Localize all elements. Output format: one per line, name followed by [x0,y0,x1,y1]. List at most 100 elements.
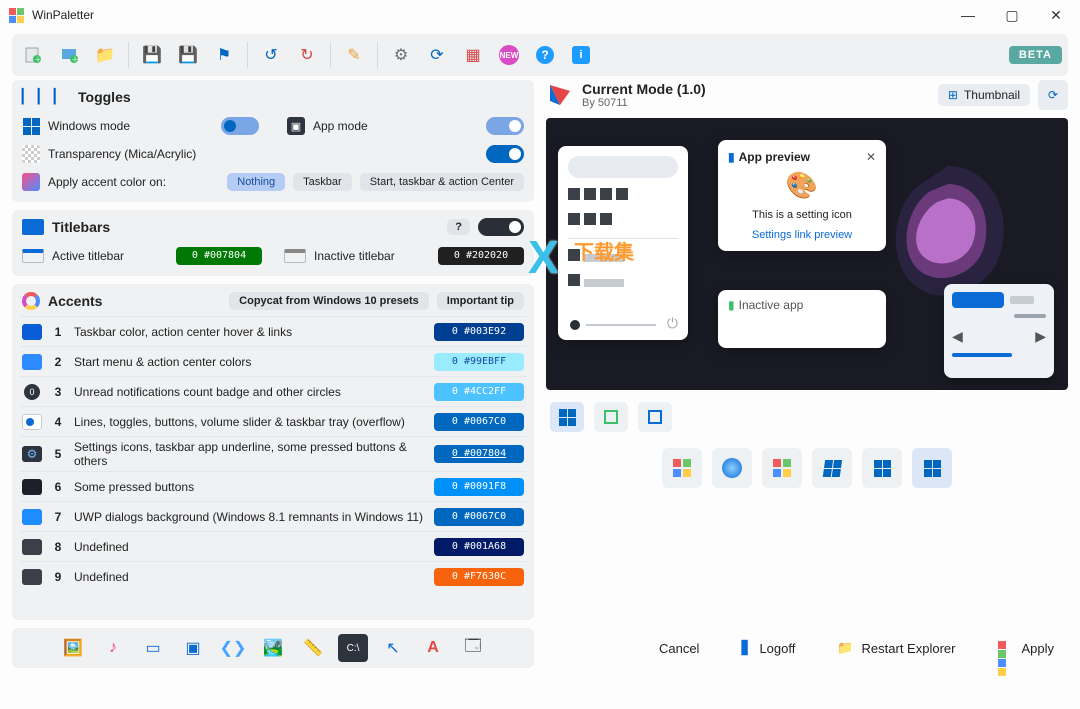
restart-icon: 📁 [837,640,853,656]
accent-row-6[interactable]: 6Some pressed buttons0 #0091F8 [20,471,526,501]
tool-fonts-icon[interactable]: A [418,634,448,662]
preview-app-close-icon[interactable]: ✕ [866,150,876,164]
undo-icon[interactable]: ↺ [256,40,286,70]
accent-swatch-1[interactable]: 0 #003E92 [434,323,524,341]
settings-icon[interactable]: ⚙ [386,40,416,70]
preview-settings-link[interactable]: Settings link preview [728,229,876,241]
important-tip-button[interactable]: Important tip [437,292,524,310]
transparency-toggle[interactable] [486,145,524,163]
accent-row-8[interactable]: 8Undefined0 #001A68 [20,531,526,561]
preview-tray-pane: ◀▶ [944,284,1054,378]
windows-mode-toggle[interactable] [221,117,259,135]
tool-lock-icon[interactable]: ▣ [178,634,208,662]
tool-terminal-icon[interactable]: C:\ [338,634,368,662]
beta-badge: BETA [1009,46,1062,64]
accent-row-4[interactable]: 4Lines, toggles, buttons, volume slider … [20,406,526,436]
titlebars-toggle[interactable] [478,218,524,236]
copycat-button[interactable]: Copycat from Windows 10 presets [229,292,429,310]
titlebars-help-button[interactable]: ? [447,219,470,235]
toggles-icon: ⎸⎸⎸ [22,88,70,106]
active-titlebar-swatch[interactable]: 0 #007804 [176,247,262,265]
accent-opt-full[interactable]: Start, taskbar & action Center [360,173,524,191]
window-maximize-button[interactable]: ▢ [1002,7,1022,24]
open-folder-icon[interactable]: 📁 [90,40,120,70]
inactive-titlebar-label: Inactive titlebar [314,249,430,263]
app-title: WinPaletter [32,8,94,22]
inactive-titlebar-icon [284,249,306,263]
redo-icon[interactable]: ↻ [292,40,322,70]
preview-taskbar-pane: ⏻ [558,146,688,340]
os-win7[interactable] [712,448,752,488]
mode-icon [546,81,574,109]
os-win10[interactable] [862,448,902,488]
tool-screen-icon[interactable]: ▭ [138,634,168,662]
accent-swatch-7[interactable]: 0 #0067C0 [434,508,524,526]
os-selector [546,444,1068,492]
save-as-icon[interactable]: 💾 [173,40,203,70]
apply-button[interactable]: Apply [983,634,1068,662]
preview-sub-tabs [546,398,1068,436]
inactive-titlebar-swatch[interactable]: 0 #202020 [438,247,524,265]
sub-tab-green[interactable] [594,402,628,432]
accent-row-1[interactable]: 1Taskbar color, action center hover & li… [20,316,526,346]
thumbnail-button[interactable]: ⊞ Thumbnail [938,84,1030,106]
tool-effects-icon[interactable]: ❮❯ [218,634,248,662]
accent-swatch-4[interactable]: 0 #0067C0 [434,413,524,431]
accent-opt-nothing[interactable]: Nothing [227,173,285,191]
palette-icon: 🎨 [728,164,876,207]
accent-row-7[interactable]: 7UWP dialogs background (Windows 8.1 rem… [20,501,526,531]
windows-mode-label: Windows mode [48,119,213,133]
accent-row-3[interactable]: 03Unread notifications count badge and o… [20,376,526,406]
new-badge-icon[interactable]: NEW [494,40,524,70]
tool-sounds-icon[interactable]: ♪ [98,634,128,662]
app-mode-toggle[interactable] [486,117,524,135]
help-icon[interactable]: ? [530,40,560,70]
windows-mode-icon [22,117,40,135]
titlebars-section: Titlebars ? Active titlebar 0 #007804 In… [12,210,534,276]
accent-row-5[interactable]: ⚙5Settings icons, taskbar app underline,… [20,436,526,471]
sub-tab-win11[interactable] [550,402,584,432]
accent-opt-taskbar[interactable]: Taskbar [293,173,352,191]
os-win11[interactable] [912,448,952,488]
save-icon[interactable]: 💾 [137,40,167,70]
tool-wallpaper-icon[interactable]: 🖼️ [58,634,88,662]
os-win81[interactable] [812,448,852,488]
logoff-button[interactable]: ▋Logoff [727,634,809,662]
main-toolbar: ＋ ＋ 📁 💾 💾 ⚑ ↺ ↻ ✎ ⚙ ⟳ ▦ NEW ? i BETA [12,34,1068,76]
tool-ruler-icon[interactable]: 📏 [298,634,328,662]
sub-tab-blue[interactable] [638,402,672,432]
tool-image-icon[interactable]: 🏞️ [258,634,288,662]
tool-cursor-icon[interactable]: ↖ [378,634,408,662]
new-theme-icon[interactable]: ＋ [54,40,84,70]
accent-row-9[interactable]: 9Undefined0 #F7630C [20,561,526,591]
accent-swatch-5[interactable]: 0 #007804 [434,445,524,463]
flag-icon[interactable]: ⚑ [209,40,239,70]
edit-icon[interactable]: ✎ [339,40,369,70]
accent-swatch-8[interactable]: 0 #001A68 [434,538,524,556]
window-minimize-button[interactable]: — [958,7,978,24]
window-titlebar: WinPaletter — ▢ ✕ [0,0,1080,30]
accent-swatch-3[interactable]: 0 #4CC2FF [434,383,524,401]
footer-tools: 🖼️ ♪ ▭ ▣ ❮❯ 🏞️ 📏 C:\ ↖ A 🗔 [12,628,534,668]
transparency-icon [22,145,40,163]
accent-row-2[interactable]: 2Start menu & action center colors0 #99E… [20,346,526,376]
accent-swatch-9[interactable]: 0 #F7630C [434,568,524,586]
cancel-button[interactable]: Cancel [645,635,713,662]
accent-swatch-6[interactable]: 0 #0091F8 [434,478,524,496]
transparency-label: Transparency (Mica/Acrylic) [48,147,478,161]
refresh-preview-button[interactable]: ⟳ [1038,80,1068,110]
active-titlebar-icon [22,249,44,263]
preview-inactive-app-pane: ▮Inactive app [718,290,886,348]
tool-misc-icon[interactable]: 🗔 [458,634,488,662]
window-close-button[interactable]: ✕ [1046,7,1066,24]
new-file-icon[interactable]: ＋ [18,40,48,70]
svg-text:＋: ＋ [35,56,42,64]
sync-icon[interactable]: ⟳ [422,40,452,70]
info-icon[interactable]: i [566,40,596,70]
restart-explorer-button[interactable]: 📁Restart Explorer [823,634,969,662]
calendar-icon[interactable]: ▦ [458,40,488,70]
os-win8[interactable] [762,448,802,488]
app-mode-label: App mode [313,119,478,133]
accent-swatch-2[interactable]: 0 #99EBFF [434,353,524,371]
os-winxp[interactable] [662,448,702,488]
